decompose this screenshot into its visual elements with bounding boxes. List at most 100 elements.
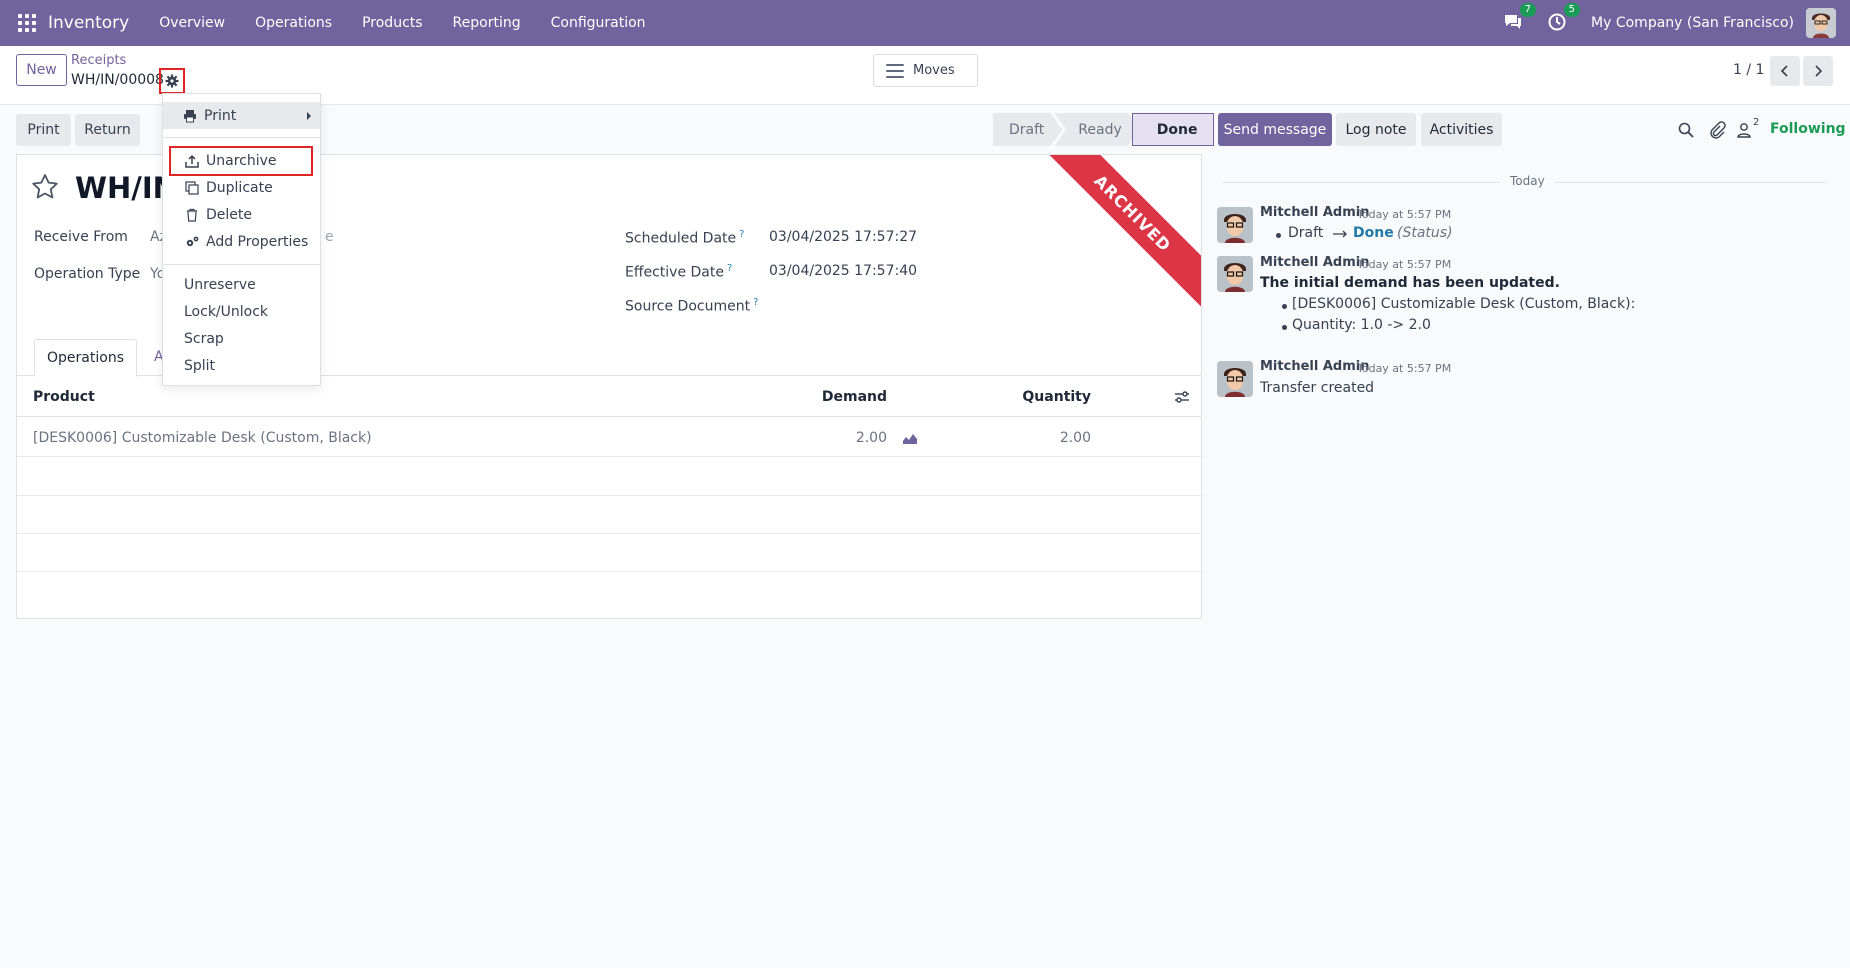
scheduled-date-help-icon[interactable]: ? — [739, 229, 744, 240]
message-body: Transfer created — [1260, 380, 1375, 396]
log-note-button[interactable]: Log note — [1336, 113, 1416, 146]
optional-columns-toggle[interactable] — [1174, 377, 1190, 417]
menu-item-unreserve[interactable]: Unreserve — [163, 272, 320, 298]
stage-draft: Draft — [993, 113, 1062, 146]
table-row-empty — [17, 533, 1201, 572]
cogs-icon — [186, 236, 199, 247]
menu-item-duplicate[interactable]: Duplicate — [163, 175, 320, 201]
messages-badge: 7 — [1519, 3, 1537, 17]
table-row[interactable]: [DESK0006] Customizable Desk (Custom, Bl… — [17, 418, 1201, 458]
message-author-avatar[interactable] — [1217, 361, 1253, 397]
app-name[interactable]: Inventory — [48, 13, 129, 33]
star-icon[interactable] — [31, 173, 59, 201]
menu-item-unarchive[interactable]: Unarchive — [163, 148, 320, 174]
menu-configuration[interactable]: Configuration — [541, 15, 656, 31]
effective-date-label: Effective Date? — [625, 263, 733, 281]
gear-icon — [165, 74, 179, 88]
bullet — [1282, 325, 1287, 330]
tab-operations[interactable]: Operations — [34, 339, 137, 377]
menu-item-scrap[interactable]: Scrap — [163, 326, 320, 352]
breadcrumb-receipts[interactable]: Receipts — [71, 53, 126, 68]
archived-ribbon: ARCHIVED — [1028, 155, 1201, 318]
menu-item-lock-unlock[interactable]: Lock/Unlock — [163, 299, 320, 325]
pager-previous-button[interactable] — [1770, 56, 1800, 86]
moves-label: Moves — [913, 63, 955, 78]
scheduled-date-value: 03/04/2025 17:57:27 — [769, 229, 918, 245]
menu-item-delete-label: Delete — [206, 207, 252, 223]
activities-button[interactable]: Activities — [1421, 113, 1502, 146]
menu-item-add-properties[interactable]: Add Properties — [163, 229, 320, 255]
table-row-empty — [17, 457, 1201, 496]
following-button[interactable]: Following — [1770, 121, 1846, 137]
tracking-old-value: Draft — [1288, 225, 1324, 241]
effective-date-help-icon[interactable]: ? — [727, 263, 732, 274]
caret-right-icon — [307, 111, 311, 120]
receive-from-value-tail: e — [325, 229, 334, 245]
pager-value[interactable]: 1 / 1 — [1733, 62, 1764, 78]
menu-overview[interactable]: Overview — [149, 15, 235, 31]
messages-icon[interactable]: 7 — [1503, 3, 1537, 34]
status-bar: Draft Ready Done — [993, 113, 1215, 146]
tracking-new-value: Done — [1353, 225, 1394, 241]
message-time: Today at 5:57 PM — [1357, 208, 1452, 221]
message-author-avatar[interactable] — [1217, 256, 1253, 292]
message-body-line: Quantity: 1.0 -> 2.0 — [1292, 317, 1431, 333]
message-body-line: [DESK0006] Customizable Desk (Custom, Bl… — [1292, 296, 1636, 312]
message-body-title: The initial demand has been updated. — [1260, 275, 1560, 291]
user-avatar[interactable] — [1806, 8, 1836, 38]
message-author[interactable]: Mitchell Admin — [1260, 255, 1369, 270]
message-author-avatar[interactable] — [1217, 207, 1253, 243]
followers-icon[interactable] — [1735, 121, 1753, 139]
activities-clock-icon[interactable]: 5 — [1547, 3, 1581, 34]
followers-count: 2 — [1753, 117, 1760, 128]
operation-type-label: Operation Type — [34, 266, 141, 282]
pager-next-button[interactable] — [1803, 56, 1833, 86]
message-author[interactable]: Mitchell Admin — [1260, 205, 1369, 220]
apps-grid-icon[interactable] — [18, 14, 36, 32]
column-quantity[interactable]: Quantity — [977, 377, 1091, 417]
menu-reporting[interactable]: Reporting — [443, 15, 531, 31]
scheduled-date-label: Scheduled Date? — [625, 229, 745, 247]
menu-divider — [163, 137, 320, 138]
menu-item-delete[interactable]: Delete — [163, 202, 320, 228]
stage-done: Done — [1131, 113, 1215, 146]
menu-products[interactable]: Products — [352, 15, 432, 31]
unarchive-icon — [185, 154, 199, 168]
source-document-label: Source Document? — [625, 297, 759, 315]
source-document-help-icon[interactable]: ? — [753, 297, 758, 308]
send-message-button[interactable]: Send message — [1218, 113, 1332, 146]
row-demand: 2.00 — [855, 430, 887, 446]
menu-item-print-label: Print — [204, 107, 237, 124]
top-navbar: Inventory Overview Operations Products R… — [0, 0, 1850, 46]
gear-actions-menu: Print Unarchive Duplicate Delete Add Pro… — [162, 93, 321, 386]
paperclip-icon[interactable] — [1708, 121, 1726, 139]
menu-item-split[interactable]: Split — [163, 353, 320, 379]
stage-ready: Ready — [1054, 113, 1139, 146]
company-switcher[interactable]: My Company (San Francisco) — [1591, 15, 1794, 31]
column-product[interactable]: Product — [33, 377, 95, 417]
moves-smart-button[interactable]: Moves — [873, 54, 978, 87]
date-separator-label: Today — [1500, 174, 1555, 188]
effective-date-value: 03/04/2025 17:57:40 — [769, 263, 918, 279]
list-icon — [886, 63, 904, 78]
chevron-right-icon — [1815, 65, 1823, 77]
printer-icon — [184, 109, 196, 122]
gear-actions-button[interactable] — [159, 68, 185, 94]
row-product: [DESK0006] Customizable Desk (Custom, Bl… — [33, 430, 372, 446]
new-button[interactable]: New — [16, 54, 67, 86]
forecast-chart-icon[interactable] — [902, 418, 918, 458]
menu-operations[interactable]: Operations — [245, 15, 342, 31]
return-button[interactable]: Return — [75, 114, 140, 146]
sliders-icon — [1175, 391, 1189, 403]
trash-icon — [187, 208, 197, 222]
message-author[interactable]: Mitchell Admin — [1260, 359, 1369, 374]
menu-item-print[interactable]: Print — [163, 102, 320, 129]
search-icon[interactable] — [1677, 121, 1695, 139]
chevron-left-icon — [1780, 65, 1788, 77]
column-demand[interactable]: Demand — [817, 377, 887, 417]
print-button[interactable]: Print — [16, 114, 71, 146]
table-row-empty — [17, 495, 1201, 534]
menu-item-duplicate-label: Duplicate — [206, 180, 273, 196]
bullet — [1282, 304, 1287, 309]
copy-icon — [185, 181, 199, 195]
